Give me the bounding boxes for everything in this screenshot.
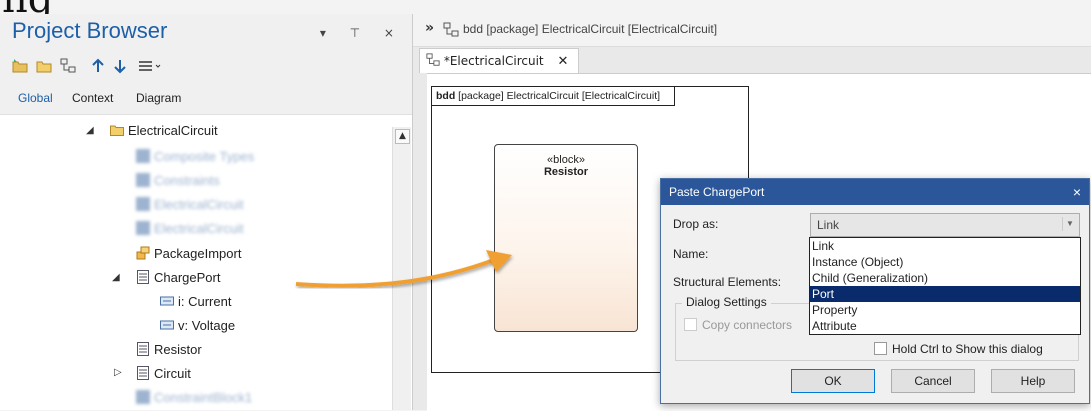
new-model-icon[interactable] [12,58,28,74]
new-folder-icon[interactable] [36,58,52,74]
option-port[interactable]: Port [810,286,1080,302]
close-icon[interactable]: × [1073,179,1081,205]
ok-button[interactable]: OK [791,369,875,393]
cancel-button[interactable]: Cancel [891,369,975,393]
diagram-icon [136,197,150,211]
tree-item-resistor[interactable]: Resistor [136,338,202,362]
move-up-icon[interactable] [90,58,106,74]
diagram-icon [426,53,440,66]
tree-item-v-voltage[interactable]: v: Voltage [160,314,235,338]
expand-chevrons-icon[interactable]: » [425,20,434,36]
frame-label: bdd [package] ElectricalCircuit [Electri… [432,87,676,106]
folder-icon [110,125,124,136]
diagram-icon [136,221,150,235]
tree-item[interactable]: ElectricalCircuit [136,217,244,241]
option-instance[interactable]: Instance (Object) [810,254,1080,270]
diagram-path-bar: » bdd [package] ElectricalCircuit [Elect… [413,14,1091,47]
move-down-icon[interactable] [112,58,128,74]
diagram-icon [136,149,150,163]
close-tab-icon[interactable]: ✕ [557,54,568,69]
tab-diagram[interactable]: Diagram [136,91,181,105]
collapse-arrow-icon[interactable]: ◢ [86,125,94,136]
new-diagram-icon[interactable] [60,58,76,74]
project-tree: ◢ ElectricalCircuit Composite Types Cons… [0,115,390,410]
copy-connectors-checkbox: Copy connectors [684,318,792,332]
paste-dialog: Paste ChargePort × Drop as: Link ▼ Name:… [660,178,1090,404]
dialog-title: Paste ChargePort [669,185,765,199]
tree-item[interactable]: Constraints [136,169,220,193]
tab-label: *ElectricalCircuit [443,54,544,68]
diagram-icon [443,22,459,37]
block-icon [137,342,149,356]
drop-as-options: Link Instance (Object) Child (Generaliza… [809,237,1081,335]
tree-scrollbar[interactable]: ▲ [392,127,411,410]
property-icon [160,296,174,306]
resistor-block[interactable]: «block» Resistor [494,144,638,332]
option-property[interactable]: Property [810,302,1080,318]
drop-as-select[interactable]: Link ▼ [810,213,1080,237]
dialog-titlebar: Paste ChargePort × [661,179,1089,205]
option-attribute[interactable]: Attribute [810,318,1080,334]
project-browser-header: Project Browser ▾ ⊤ × [0,14,412,50]
property-icon [160,320,174,330]
tab-electricalcircuit[interactable]: *ElectricalCircuit ✕ [419,48,580,73]
panel-window-controls[interactable]: ▾ ⊤ × [320,26,404,40]
collapse-arrow-icon[interactable]: ◢ [112,272,120,283]
name-label: Name: [673,247,709,261]
diagram-path: bdd [package] ElectricalCircuit [Electri… [463,22,718,36]
tree-item-packageimport[interactable]: PackageImport [136,242,241,266]
drop-as-label: Drop as: [673,217,719,231]
project-browser-tabs: Global Context Diagram [0,84,412,115]
tree-item[interactable]: ElectricalCircuit [136,193,244,217]
project-browser-toolbar [0,50,412,84]
tree-item[interactable]: ConstraintBlock1 [136,386,252,410]
project-browser-title: Project Browser [12,18,168,43]
tree-item[interactable]: Composite Types [136,145,254,169]
diagram-icon [136,173,150,187]
block-icon [136,390,150,404]
tab-context[interactable]: Context [72,91,113,105]
option-child[interactable]: Child (Generalization) [810,270,1080,286]
help-button[interactable]: Help [991,369,1075,393]
block-icon [137,366,149,380]
expand-arrow-icon[interactable]: ▷ [114,367,122,378]
hold-ctrl-checkbox[interactable]: Hold Ctrl to Show this dialog [874,342,1043,356]
option-link[interactable]: Link [810,238,1080,254]
tree-item-chargeport[interactable]: ChargePort [136,266,220,290]
tree-item-electricalcircuit-folder[interactable]: ElectricalCircuit [110,119,218,143]
block-name: Resistor [543,166,589,178]
chevron-down-icon[interactable]: ▼ [1062,217,1077,231]
menu-icon[interactable] [138,58,162,74]
block-icon [137,270,149,284]
scroll-up-icon[interactable]: ▲ [395,129,410,144]
tab-global[interactable]: Global [18,91,53,105]
dialog-settings-legend: Dialog Settings [682,295,771,309]
structural-elements-label: Structural Elements: [673,275,782,289]
tree-item-i-current[interactable]: i: Current [160,290,231,314]
block-stereotype: «block» [547,154,585,166]
tree-item-circuit[interactable]: Circuit [136,362,191,386]
package-import-icon [136,246,150,260]
project-browser-panel: Project Browser ▾ ⊤ × Global Context Dia… [0,14,412,410]
